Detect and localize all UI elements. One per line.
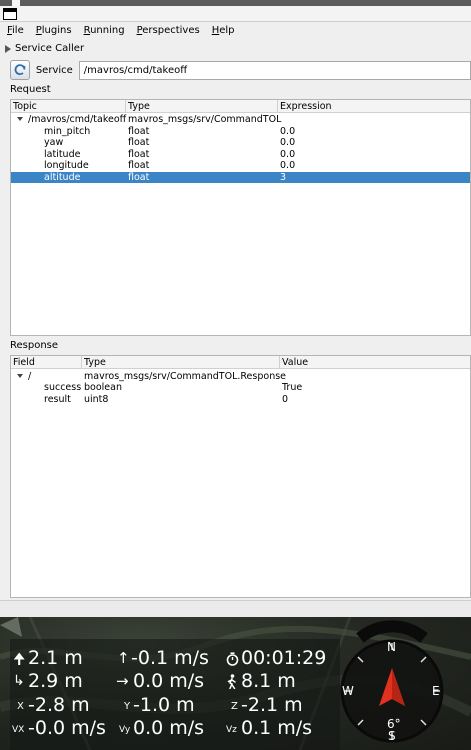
request-label: Request — [10, 84, 51, 95]
horizontal-speed-arrow-icon: → — [116, 672, 129, 690]
distance-arrow-icon: ↳ — [13, 673, 25, 689]
response-tree[interactable]: Field Type Value / mavros_msgs/srv/Comma… — [10, 355, 471, 598]
vy-label: Vy — [119, 725, 131, 735]
vz-label: Vz — [226, 725, 237, 735]
tree-row[interactable]: min_pitch float 0.0 — [11, 126, 470, 138]
request-header: Topic Type Expression — [11, 100, 470, 113]
plugin-header[interactable]: Service Caller — [0, 40, 471, 57]
plugin-title: Service Caller — [15, 43, 85, 54]
flight-hud: 🠉 2.1 m ↳ 2.9 m X -2.8 m VX -0.0 m/s ↑ -… — [0, 617, 471, 750]
collapse-arrow-icon[interactable] — [5, 44, 11, 53]
altitude-value: 2.1 m — [28, 647, 83, 669]
tree-row[interactable]: result uint8 0 — [11, 394, 470, 406]
menu-bar: File Plugins Running Perspectives Help — [0, 22, 471, 39]
vz-value: 0.1 m/s — [241, 717, 313, 739]
y-axis-label: Y — [124, 701, 131, 712]
status-strip — [0, 600, 471, 617]
tree-row[interactable]: success boolean True — [11, 382, 470, 394]
tree-row[interactable]: latitude float 0.0 — [11, 149, 470, 161]
refresh-icon — [14, 64, 26, 76]
y-position-value: -1.0 m — [133, 694, 195, 716]
expand-arrow-icon[interactable] — [17, 117, 23, 121]
x-position-value: -2.8 m — [28, 694, 90, 716]
tree-row[interactable]: yaw float 0.0 — [11, 137, 470, 149]
column-type[interactable]: Type — [82, 356, 280, 369]
stopwatch-icon — [226, 652, 239, 666]
rqt-window: File Plugins Running Perspectives Help S… — [0, 0, 471, 617]
altitude-arrow-icon: 🠉 — [13, 650, 26, 668]
compass-north-label: N — [387, 640, 396, 654]
vertical-speed-arrow-icon: ↑ — [117, 649, 130, 667]
menu-plugins[interactable]: Plugins — [36, 25, 72, 36]
home-distance-value: 8.1 m — [241, 670, 296, 692]
column-field[interactable]: Field — [11, 356, 82, 369]
menu-help[interactable]: Help — [212, 25, 235, 36]
vy-value: 0.0 m/s — [133, 717, 205, 739]
tree-row[interactable]: /mavros/cmd/takeoff mavros_msgs/srv/Comm… — [11, 114, 470, 126]
column-value[interactable]: Value — [280, 356, 470, 369]
vertical-speed-value: -0.1 m/s — [131, 647, 209, 669]
vx-value: -0.0 m/s — [28, 717, 106, 739]
z-axis-label: Z — [231, 701, 238, 712]
column-type[interactable]: Type — [126, 100, 278, 113]
compass-west-label: W — [342, 684, 354, 698]
expand-arrow-icon[interactable] — [17, 373, 23, 378]
horizontal-speed-value: 0.0 m/s — [133, 670, 205, 692]
request-tree[interactable]: Topic Type Expression /mavros/cmd/takeof… — [10, 99, 471, 336]
service-select-value: /mavros/cmd/takeoff — [83, 64, 188, 76]
service-row: Service /mavros/cmd/takeoff — [10, 60, 471, 80]
compass-south-label: S — [388, 729, 396, 743]
service-select[interactable]: /mavros/cmd/takeoff — [78, 60, 471, 80]
menu-file[interactable]: File — [7, 25, 24, 36]
service-label: Service — [35, 64, 73, 76]
tree-row-selected[interactable]: altitude float 3 — [11, 171, 470, 183]
column-topic[interactable]: Topic — [11, 100, 126, 113]
tree-row[interactable]: / mavros_msgs/srv/CommandTOL.Response — [11, 371, 470, 383]
menu-perspectives[interactable]: Perspectives — [137, 25, 200, 36]
response-header: Field Type Value — [11, 356, 470, 369]
refresh-button[interactable] — [10, 60, 30, 80]
tree-row[interactable]: longitude float 0.0 — [11, 160, 470, 172]
column-expression[interactable]: Expression — [278, 100, 470, 113]
response-label: Response — [10, 340, 59, 351]
x-axis-label: X — [17, 701, 24, 712]
window-icon[interactable] — [3, 8, 17, 20]
home-distance-walker-icon — [227, 674, 236, 689]
flight-time-value: 00:01:29 — [241, 647, 327, 669]
menu-running[interactable]: Running — [84, 25, 125, 36]
vx-label: VX — [12, 725, 25, 735]
compass-east-label: E — [432, 684, 440, 698]
z-position-value: -2.1 m — [241, 694, 303, 716]
distance-value: 2.9 m — [28, 670, 83, 692]
window-titlebar — [0, 6, 471, 22]
